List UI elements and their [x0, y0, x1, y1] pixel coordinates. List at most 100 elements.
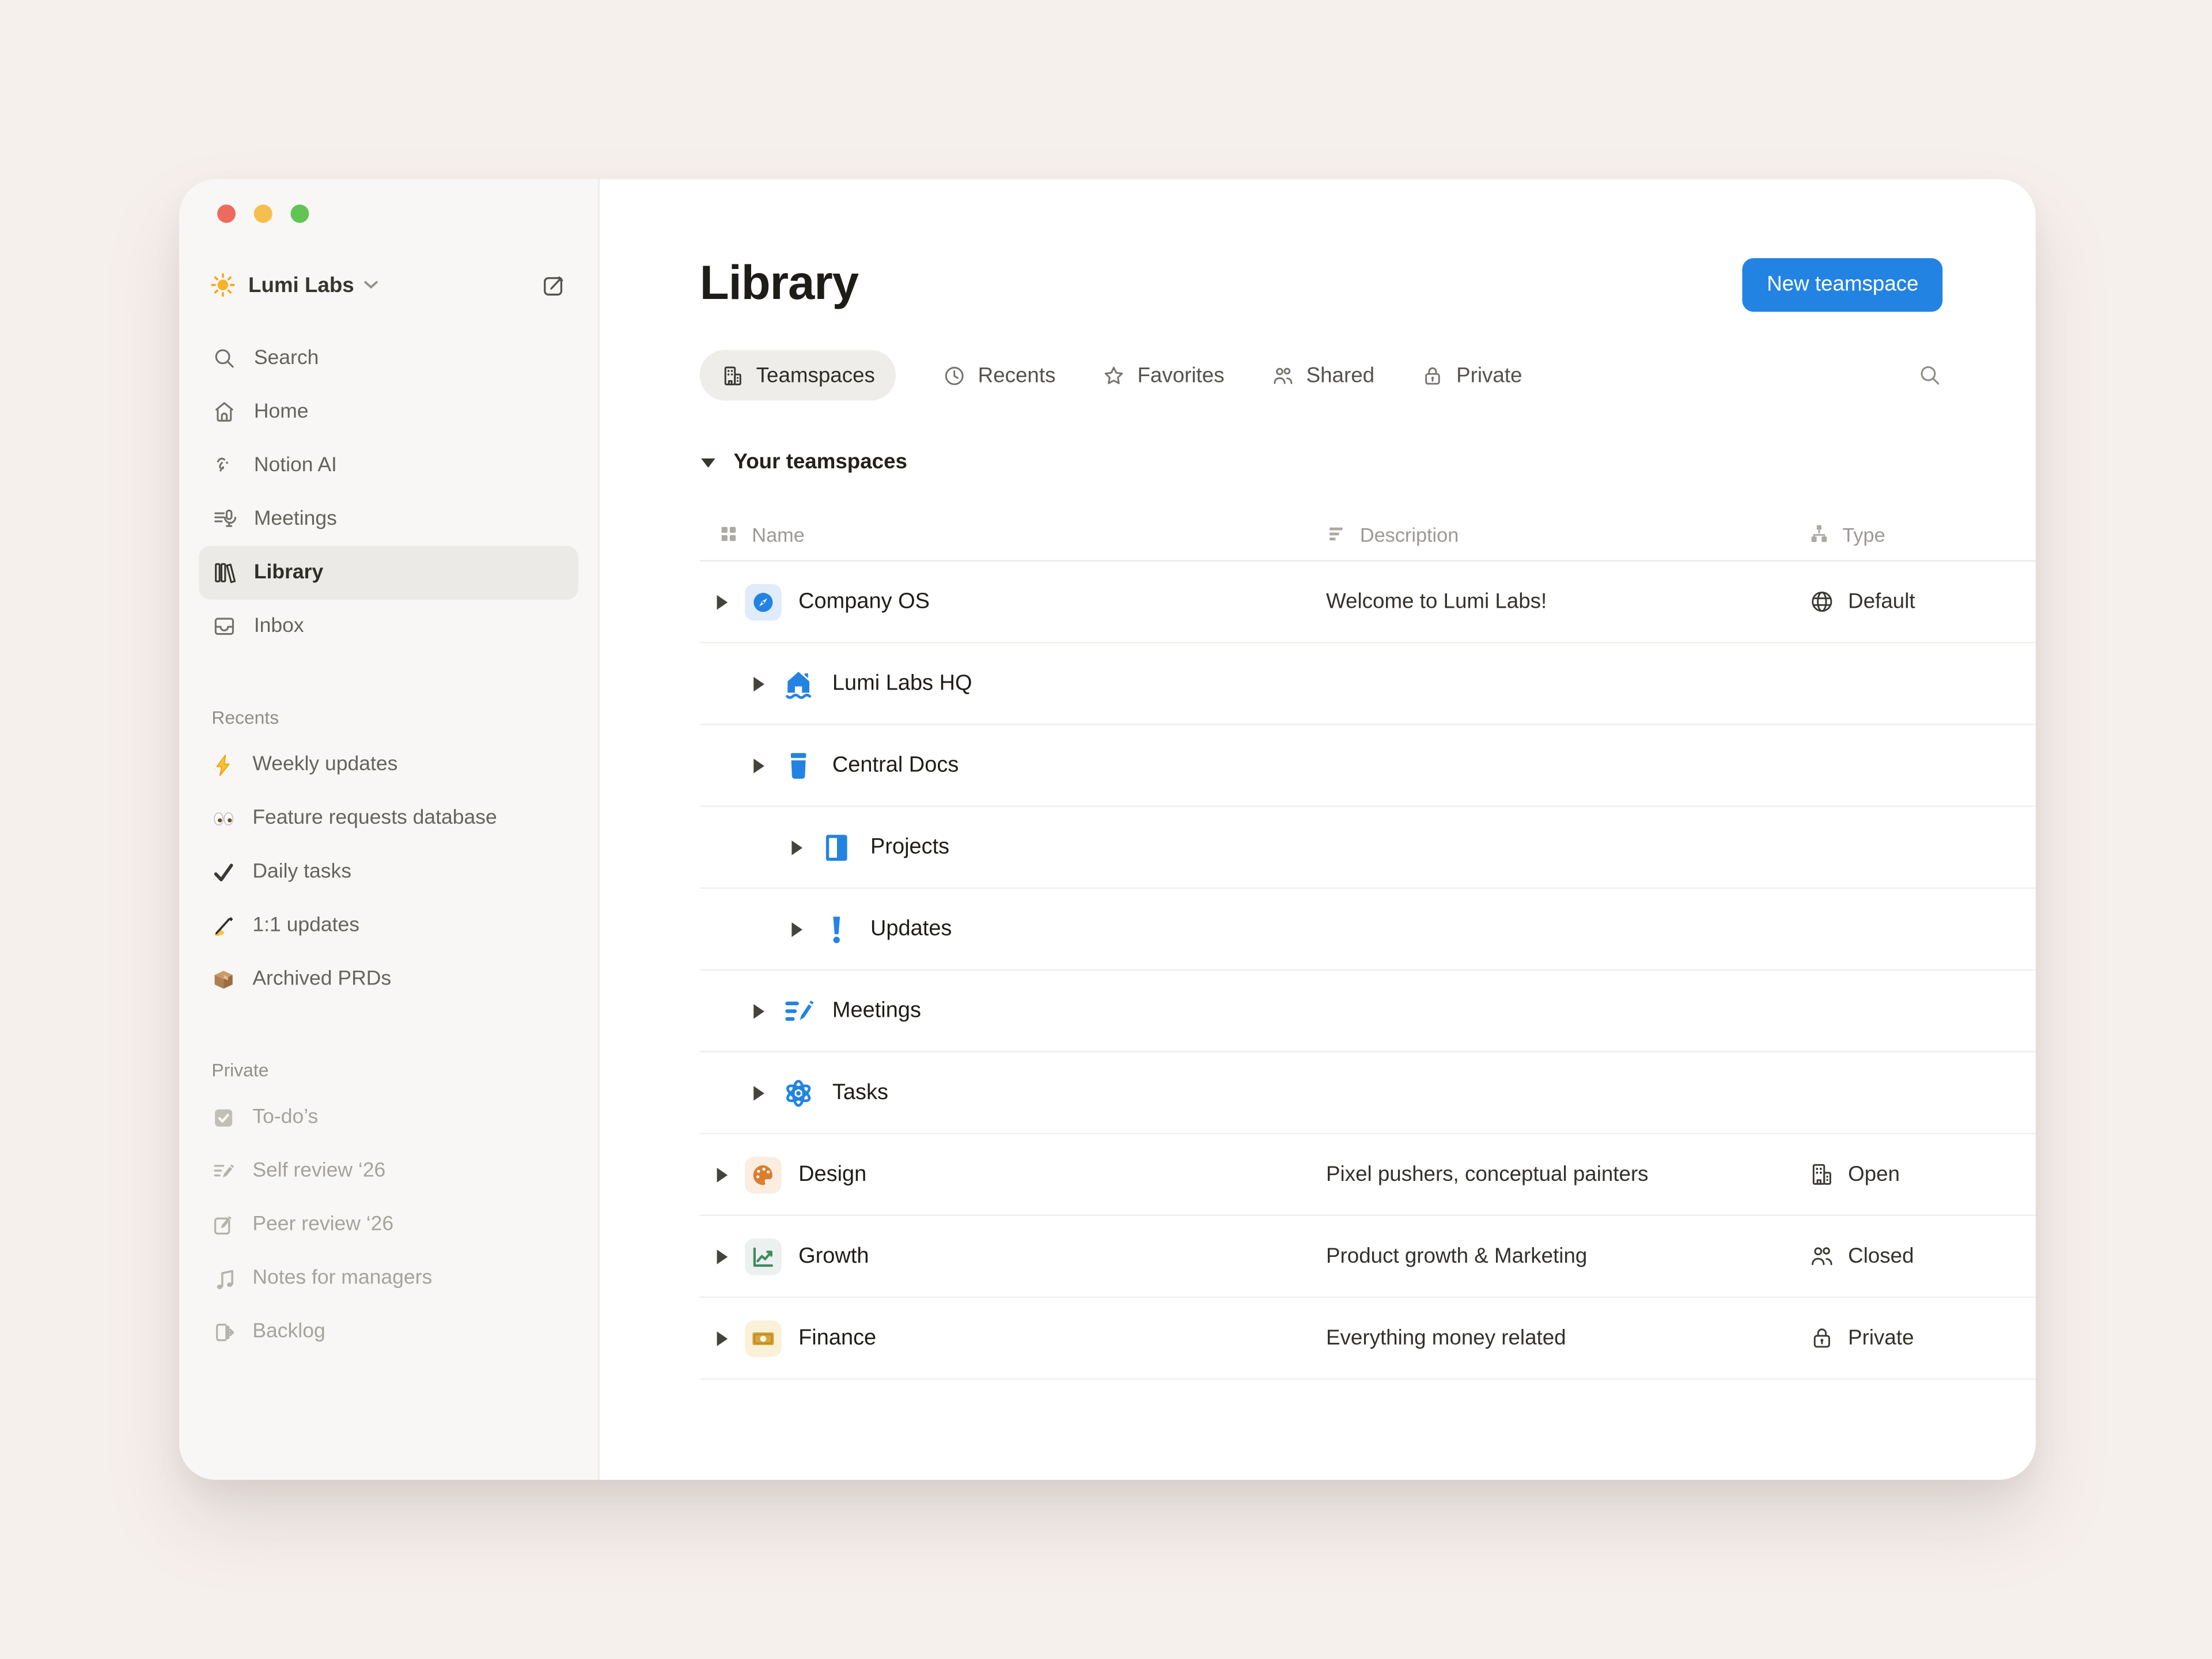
sun-icon — [210, 272, 236, 298]
desktop-background: Lumi Labs Search Home — [0, 0, 2212, 1659]
table-row-finance[interactable]: Finance Everything money related Private — [700, 1298, 2036, 1380]
compose-icon[interactable] — [540, 271, 567, 298]
chevron-down-icon — [364, 281, 378, 289]
recent-item-label: Feature requests database — [252, 807, 497, 830]
recent-item-archived-prds[interactable]: Archived PRDs — [199, 952, 578, 1006]
recent-item-daily-tasks[interactable]: Daily tasks — [199, 845, 578, 899]
table-row-projects[interactable]: Projects — [700, 807, 2036, 889]
recent-item-1-1-updates[interactable]: 1:1 updates — [199, 899, 578, 952]
new-teamspace-button[interactable]: New teamspace — [1743, 257, 1943, 311]
recent-item-feature-requests[interactable]: Feature requests database — [199, 791, 578, 845]
star-icon — [1102, 363, 1126, 388]
sidebar-item-label: Notion AI — [254, 454, 337, 477]
lock-icon — [1809, 1325, 1836, 1352]
sidebar-item-label: Search — [254, 347, 319, 369]
recents-section-label: Recents — [199, 695, 578, 737]
triangle-right-icon[interactable] — [752, 757, 766, 774]
private-item-notes-for-managers[interactable]: Notes for managers — [199, 1251, 578, 1305]
sidebar-item-search[interactable]: Search — [199, 332, 578, 385]
sidebar-item-home[interactable]: Home — [199, 385, 578, 439]
sidebar-item-inbox[interactable]: Inbox — [199, 600, 578, 653]
sidebar-nav: Search Home Notion AI Meetings — [199, 332, 578, 653]
private-item-todos[interactable]: To-do’s — [199, 1090, 578, 1144]
sidebar-item-notion-ai[interactable]: Notion AI — [199, 439, 578, 493]
sidebar: Lumi Labs Search Home — [179, 179, 600, 1480]
todo-checkbox-icon — [211, 1105, 236, 1130]
teamspace-description: Pixel pushers, conceptual painters — [1326, 1162, 1804, 1187]
recent-item-weekly-updates[interactable]: Weekly updates — [199, 738, 578, 791]
teamspaces-group-toggle[interactable]: Your teamspaces — [700, 450, 1943, 474]
check-icon — [211, 860, 236, 884]
private-item-self-review[interactable]: Self review ‘26 — [199, 1144, 578, 1198]
building-icon — [1809, 1161, 1836, 1188]
home-icon — [211, 399, 237, 425]
triangle-right-icon[interactable] — [715, 593, 729, 610]
page-title: Library — [700, 257, 858, 312]
money-tile-icon — [745, 1320, 782, 1357]
table-row-meetings[interactable]: Meetings — [700, 971, 2036, 1052]
teamspace-type: Private — [1848, 1326, 1914, 1350]
table-header: Name Description Type — [700, 508, 2036, 562]
tab-label: Recents — [978, 363, 1056, 388]
triangle-right-icon[interactable] — [715, 1330, 729, 1346]
triangle-right-icon[interactable] — [752, 675, 766, 692]
sidebar-item-library[interactable]: Library — [199, 546, 578, 600]
private-item-peer-review[interactable]: Peer review ‘26 — [199, 1198, 578, 1251]
sidebar-item-label: Meetings — [254, 508, 337, 531]
private-item-label: To-do’s — [252, 1106, 318, 1128]
sidebar-item-label: Home — [254, 401, 309, 423]
minimize-window-button[interactable] — [254, 204, 272, 223]
triangle-right-icon[interactable] — [790, 839, 804, 855]
triangle-down-icon — [700, 456, 717, 468]
tab-teamspaces[interactable]: Teamspaces — [700, 350, 896, 400]
table-row-updates[interactable]: Updates — [700, 889, 2036, 971]
zoom-window-button[interactable] — [290, 204, 309, 223]
teamspace-name: Projects — [870, 835, 949, 860]
column-header-type: Type — [1804, 522, 2036, 545]
triangle-right-icon[interactable] — [790, 921, 804, 937]
tab-favorites[interactable]: Favorites — [1102, 363, 1224, 388]
teamspace-type: Default — [1848, 590, 1915, 614]
private-item-backlog[interactable]: Backlog — [199, 1305, 578, 1358]
teamspace-type: Closed — [1848, 1244, 1914, 1268]
app-window: Lumi Labs Search Home — [179, 179, 2036, 1480]
table-row-lumi-labs-hq[interactable]: Lumi Labs HQ — [700, 643, 2036, 725]
recents-section: Recents Weekly updates Feature requests … — [199, 695, 578, 1006]
table-row-central-docs[interactable]: Central Docs — [700, 725, 2036, 807]
tab-private[interactable]: Private — [1421, 363, 1522, 388]
triangle-right-icon[interactable] — [752, 1002, 766, 1019]
teamspace-name: Design — [798, 1162, 866, 1187]
zap-icon — [211, 753, 236, 777]
square-pencil-icon — [211, 1213, 236, 1237]
private-item-label: Peer review ‘26 — [252, 1213, 393, 1236]
search-icon[interactable] — [1917, 362, 1942, 388]
tab-shared[interactable]: Shared — [1271, 363, 1374, 388]
teamspace-name: Lumi Labs HQ — [832, 671, 972, 696]
library-books-icon — [211, 560, 237, 585]
sidebar-item-label: Inbox — [254, 615, 304, 638]
table-row-tasks[interactable]: Tasks — [700, 1052, 2036, 1134]
triangle-right-icon[interactable] — [752, 1084, 766, 1101]
sidebar-item-meetings[interactable]: Meetings — [199, 493, 578, 546]
teamspace-name: Meetings — [832, 998, 921, 1024]
table-row-growth[interactable]: Growth Product growth & Marketing Closed — [700, 1216, 2036, 1298]
tab-label: Shared — [1306, 363, 1374, 388]
workspace-switcher[interactable]: Lumi Labs — [199, 261, 578, 309]
package-icon — [211, 967, 236, 991]
recent-item-label: Weekly updates — [252, 753, 397, 776]
close-window-button[interactable] — [217, 204, 236, 223]
triangle-right-icon[interactable] — [715, 1248, 729, 1264]
tab-recents[interactable]: Recents — [942, 363, 1055, 388]
atom-icon — [782, 1075, 816, 1109]
inbox-icon — [211, 613, 237, 639]
teamspace-description: Product growth & Marketing — [1326, 1244, 1804, 1268]
triangle-right-icon[interactable] — [715, 1166, 729, 1183]
table-row-company-os[interactable]: Company OS Welcome to Lumi Labs! Default — [700, 562, 2036, 643]
teamspace-name: Company OS — [798, 589, 930, 614]
archive-box-icon — [782, 748, 816, 782]
doc-pencil-icon — [782, 994, 816, 1028]
eyes-icon — [211, 806, 236, 831]
writing-hand-icon — [211, 914, 236, 938]
table-row-design[interactable]: Design Pixel pushers, conceptual painter… — [700, 1134, 2036, 1216]
column-header-label: Name — [752, 522, 804, 545]
